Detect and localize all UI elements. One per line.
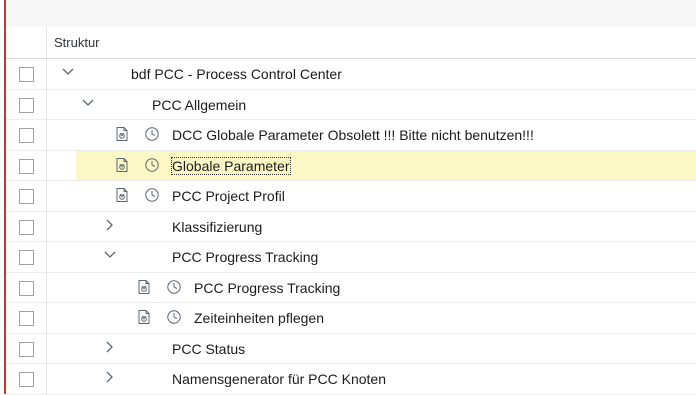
- row-checkbox[interactable]: [19, 97, 34, 113]
- tree-node-label[interactable]: DCC Globale Parameter Obsolett !!! Bitte…: [172, 127, 534, 143]
- row-selector[interactable]: [6, 303, 47, 333]
- tree-row[interactable]: PCC Progress Tracking: [6, 242, 696, 273]
- row-checkbox[interactable]: [19, 311, 34, 326]
- row-selector[interactable]: [6, 242, 47, 272]
- tree-row[interactable]: bdf PCC - Process Control Center: [6, 59, 696, 90]
- tree-row[interactable]: PCC Status: [6, 333, 696, 364]
- tree-node-label[interactable]: PCC Progress Tracking: [172, 249, 318, 265]
- clock-icon: [166, 309, 182, 325]
- row-checkbox[interactable]: [19, 219, 34, 235]
- chevron-down-icon[interactable]: [61, 65, 75, 79]
- tree-node-label[interactable]: Zeiteinheiten pflegen: [194, 310, 324, 326]
- row-selector[interactable]: [6, 211, 47, 241]
- chevron-right-icon[interactable]: [103, 370, 117, 384]
- chevron-down-icon[interactable]: [103, 248, 117, 262]
- select-all-cell[interactable]: [6, 27, 47, 58]
- doc-icon: [114, 187, 130, 203]
- toolbar-area: [6, 0, 696, 27]
- row-selector[interactable]: [6, 120, 47, 150]
- row-selector[interactable]: [6, 181, 47, 211]
- column-header-struktur[interactable]: Struktur: [54, 35, 100, 50]
- chevron-right-icon[interactable]: [103, 218, 117, 232]
- clock-icon: [144, 126, 160, 142]
- tree-node-label[interactable]: Globale Parameter: [171, 156, 291, 175]
- selection-highlight: [76, 150, 696, 180]
- row-selector[interactable]: [6, 272, 47, 302]
- tree-node-label[interactable]: bdf PCC - Process Control Center: [131, 66, 342, 82]
- tree-row-selected[interactable]: Globale Parameter: [6, 150, 696, 181]
- row-checkbox[interactable]: [19, 128, 34, 143]
- clock-icon: [166, 279, 182, 295]
- row-selector[interactable]: [6, 150, 47, 180]
- row-checkbox[interactable]: [19, 158, 34, 174]
- tree-rows: bdf PCC - Process Control Center PCC All…: [6, 59, 696, 395]
- tree-node-label[interactable]: PCC Allgemein: [152, 97, 246, 113]
- clock-icon: [144, 157, 160, 173]
- chevron-right-icon[interactable]: [103, 340, 117, 354]
- tree-row[interactable]: Klassifizierung: [6, 211, 696, 242]
- tree-node-label[interactable]: Namensgenerator für PCC Knoten: [172, 371, 386, 387]
- tree-row[interactable]: Namensgenerator für PCC Knoten: [6, 364, 696, 395]
- row-checkbox[interactable]: [19, 250, 34, 265]
- tree-table: Struktur bdf PCC - Process Control Cente…: [0, 0, 696, 395]
- tree-row[interactable]: Zeiteinheiten pflegen: [6, 303, 696, 334]
- row-selector[interactable]: [6, 89, 47, 119]
- row-selector[interactable]: [6, 364, 47, 394]
- tree-node-label[interactable]: PCC Progress Tracking: [194, 280, 340, 296]
- tree-row[interactable]: PCC Project Profil: [6, 181, 696, 212]
- tree-row[interactable]: PCC Allgemein: [6, 89, 696, 120]
- table-header: Struktur: [6, 27, 696, 59]
- row-checkbox[interactable]: [19, 189, 34, 204]
- tree-row[interactable]: DCC Globale Parameter Obsolett !!! Bitte…: [6, 120, 696, 151]
- tree-node-label[interactable]: Klassifizierung: [172, 219, 262, 235]
- row-selector[interactable]: [6, 333, 47, 363]
- doc-icon: [114, 126, 130, 142]
- row-checkbox[interactable]: [19, 372, 34, 387]
- row-checkbox[interactable]: [19, 67, 34, 82]
- tree-node-label[interactable]: PCC Project Profil: [172, 188, 285, 204]
- tree-row[interactable]: PCC Progress Tracking: [6, 272, 696, 303]
- doc-icon: [136, 309, 152, 325]
- row-selector[interactable]: [6, 59, 47, 89]
- doc-icon: [136, 279, 152, 295]
- row-checkbox[interactable]: [19, 280, 34, 296]
- clock-icon: [144, 187, 160, 203]
- tree-node-label[interactable]: PCC Status: [172, 341, 245, 357]
- doc-icon: [114, 157, 130, 173]
- row-checkbox[interactable]: [19, 341, 34, 357]
- chevron-down-icon[interactable]: [81, 96, 95, 110]
